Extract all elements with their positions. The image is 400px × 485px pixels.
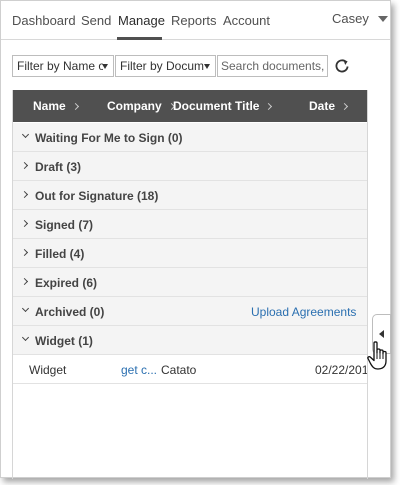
group-expired[interactable]: Expired (6)	[13, 268, 367, 297]
hand-pointer-icon	[367, 341, 387, 370]
table-row[interactable]: Widget get c... Catato 02/22/2018	[13, 355, 367, 384]
filter-by-document-value: Filter by Docume	[120, 59, 204, 73]
filter-by-document-select[interactable]: Filter by Docume	[115, 55, 216, 77]
group-label: Waiting For Me to Sign (0)	[35, 131, 183, 145]
dropdown-arrow-icon	[102, 64, 108, 69]
chevron-down-icon	[21, 333, 30, 342]
dropdown-arrow-icon	[204, 64, 210, 69]
filter-by-name-value: Filter by Name o	[17, 59, 103, 73]
group-widget[interactable]: Widget (1)	[13, 326, 367, 355]
nav-send[interactable]: Send	[81, 13, 111, 28]
column-header-company[interactable]: Company	[107, 99, 175, 113]
group-label: Widget (1)	[35, 334, 93, 348]
top-navigation: Dashboard Send Manage Reports Account Ca…	[1, 1, 390, 40]
documents-table: Name Company Document Title Date Waiting…	[12, 90, 368, 479]
nav-dashboard[interactable]: Dashboard	[12, 13, 76, 28]
search-input[interactable]	[217, 55, 328, 77]
active-tab-indicator	[117, 37, 162, 40]
chevron-down-icon	[21, 304, 30, 313]
caret-left-icon	[379, 330, 384, 338]
user-menu[interactable]: Casey	[332, 11, 388, 26]
group-label: Expired (6)	[35, 276, 98, 290]
group-label: Signed (7)	[35, 218, 94, 232]
row-document-title: Catato	[161, 363, 197, 377]
group-archived[interactable]: Archived (0) Upload Agreements	[13, 297, 367, 326]
row-name: Widget	[29, 363, 67, 377]
nav-manage[interactable]: Manage	[118, 13, 165, 28]
group-signed[interactable]: Signed (7)	[13, 210, 367, 239]
column-header-name[interactable]: Name	[33, 99, 79, 113]
group-label: Draft (3)	[35, 160, 82, 174]
sort-chevron-icon	[71, 102, 79, 111]
filter-by-name-select[interactable]: Filter by Name o	[12, 55, 114, 77]
group-out-for-signature[interactable]: Out for Signature (18)	[13, 181, 367, 210]
column-header-document-title[interactable]: Document Title	[173, 99, 273, 113]
table-header: Name Company Document Title Date	[13, 90, 367, 122]
group-label: Filled (4)	[35, 247, 85, 261]
nav-reports[interactable]: Reports	[171, 13, 217, 28]
sort-chevron-icon	[265, 102, 273, 111]
column-header-date[interactable]: Date	[309, 99, 349, 113]
upload-agreements-link[interactable]: Upload Agreements	[251, 305, 356, 319]
chevron-right-icon	[20, 161, 29, 170]
chevron-right-icon	[20, 190, 29, 199]
nav-account[interactable]: Account	[223, 13, 270, 28]
chevron-down-icon	[377, 15, 388, 22]
chevron-right-icon	[20, 248, 29, 257]
group-label: Archived (0)	[35, 305, 105, 319]
chevron-right-icon	[20, 219, 29, 228]
manage-window: Dashboard Send Manage Reports Account Ca…	[0, 0, 391, 479]
chevron-down-icon	[21, 130, 30, 139]
chevron-right-icon	[20, 277, 29, 286]
group-waiting-for-me-to-sign[interactable]: Waiting For Me to Sign (0)	[13, 123, 367, 152]
refresh-icon[interactable]	[333, 57, 351, 75]
group-draft[interactable]: Draft (3)	[13, 152, 367, 181]
user-name: Casey	[332, 11, 369, 26]
row-date: 02/22/2018	[315, 363, 367, 377]
group-filled[interactable]: Filled (4)	[13, 239, 367, 268]
group-label: Out for Signature (18)	[35, 189, 159, 203]
row-company-link[interactable]: get c...	[121, 363, 157, 377]
sort-chevron-icon	[340, 102, 349, 111]
